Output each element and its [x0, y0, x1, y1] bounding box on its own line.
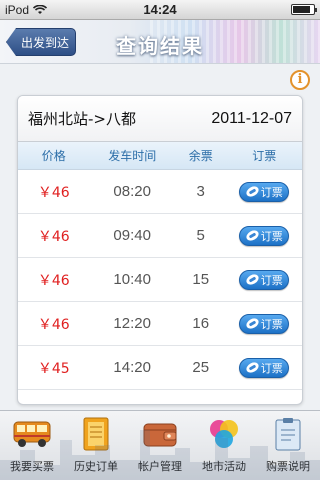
table-row: ￥46 08:20 3 订票 [18, 170, 302, 214]
price-cell: ￥46 [37, 184, 70, 201]
order-button[interactable]: 订票 [239, 181, 290, 202]
remaining-cell: 16 [192, 315, 210, 332]
ticket-icon [244, 228, 261, 243]
tab-label: 地市活动 [202, 460, 246, 473]
ticket-icon [244, 316, 261, 331]
tab-buy-ticket[interactable]: 我要买票 [0, 411, 64, 480]
order-cell: 订票 [227, 357, 302, 378]
wallet-icon [140, 416, 180, 452]
table-row: ￥46 09:40 5 订票 [18, 214, 302, 258]
header-remaining: 余票 [188, 149, 213, 163]
tab-label: 我要买票 [10, 460, 54, 473]
time-cell: 14:20 [113, 359, 151, 376]
order-cell: 订票 [227, 181, 302, 202]
price-cell: ￥46 [37, 228, 70, 245]
battery-icon [291, 4, 317, 15]
order-button[interactable]: 订票 [239, 357, 290, 378]
order-cell: 订票 [227, 269, 302, 290]
page-title: 查询结果 [116, 34, 204, 58]
tab-label: 历史订单 [74, 460, 118, 473]
order-label: 订票 [260, 273, 283, 287]
order-label: 订票 [260, 317, 283, 331]
remaining-cell: 5 [196, 227, 205, 244]
tab-order-history[interactable]: 历史订单 [64, 411, 128, 480]
status-bar: iPod 14:24 [0, 0, 320, 20]
table-row: ￥46 10:40 15 订票 [18, 258, 302, 302]
column-headers: 价格 发车时间 余票 订票 [18, 142, 302, 170]
battery-level [293, 6, 310, 13]
table-row: ￥45 14:20 25 订票 [18, 346, 302, 390]
status-left: iPod [5, 2, 48, 17]
tab-city-events[interactable]: 地市活动 [192, 411, 256, 480]
nav-bar: 出发到达 查询结果 [0, 20, 320, 64]
order-button[interactable]: 订票 [239, 269, 290, 290]
header-order: 订票 [252, 149, 277, 163]
tab-bar: 我要买票 历史订单 帐户管理 地市活动 购票说明 [0, 410, 320, 480]
bus-icon [12, 416, 52, 452]
info-icon[interactable]: i [290, 70, 310, 90]
ticket-icon [244, 360, 261, 375]
order-label: 订票 [260, 229, 283, 243]
header-price: 价格 [41, 149, 66, 163]
time-cell: 12:20 [113, 315, 151, 332]
tab-account[interactable]: 帐户管理 [128, 411, 192, 480]
route-header: 福州北站->八都 2011-12-07 [18, 96, 302, 142]
tab-ticket-guide[interactable]: 购票说明 [256, 411, 320, 480]
header-time: 发车时间 [108, 149, 157, 163]
wifi-icon [33, 4, 48, 15]
tab-label: 购票说明 [266, 460, 310, 473]
time-cell: 10:40 [113, 271, 151, 288]
price-cell: ￥46 [37, 272, 70, 289]
order-label: 订票 [260, 361, 283, 375]
route-label: 福州北站->八都 [28, 110, 136, 128]
table-row: ￥46 12:20 16 订票 [18, 302, 302, 346]
ticket-icon [244, 184, 261, 199]
results-card: 福州北站->八都 2011-12-07 价格 发车时间 余票 订票 ￥46 08… [17, 95, 303, 405]
order-button[interactable]: 订票 [239, 225, 290, 246]
time-cell: 09:40 [113, 227, 151, 244]
order-label: 订票 [260, 185, 283, 199]
status-time: 14:24 [143, 2, 177, 17]
order-cell: 订票 [227, 313, 302, 334]
notebook-icon [76, 416, 116, 452]
tab-label: 帐户管理 [138, 460, 182, 473]
remaining-cell: 3 [196, 183, 205, 200]
order-cell: 订票 [227, 225, 302, 246]
route-date: 2011-12-07 [211, 109, 292, 127]
remaining-cell: 25 [192, 359, 210, 376]
clipboard-icon [268, 416, 308, 452]
color-circles-icon [204, 416, 244, 452]
carrier-label: iPod [5, 2, 30, 17]
time-cell: 08:20 [113, 183, 151, 200]
order-button[interactable]: 订票 [239, 313, 290, 334]
price-cell: ￥46 [37, 316, 70, 333]
price-cell: ￥45 [37, 360, 70, 377]
ticket-icon [244, 272, 261, 287]
remaining-cell: 15 [192, 271, 210, 288]
